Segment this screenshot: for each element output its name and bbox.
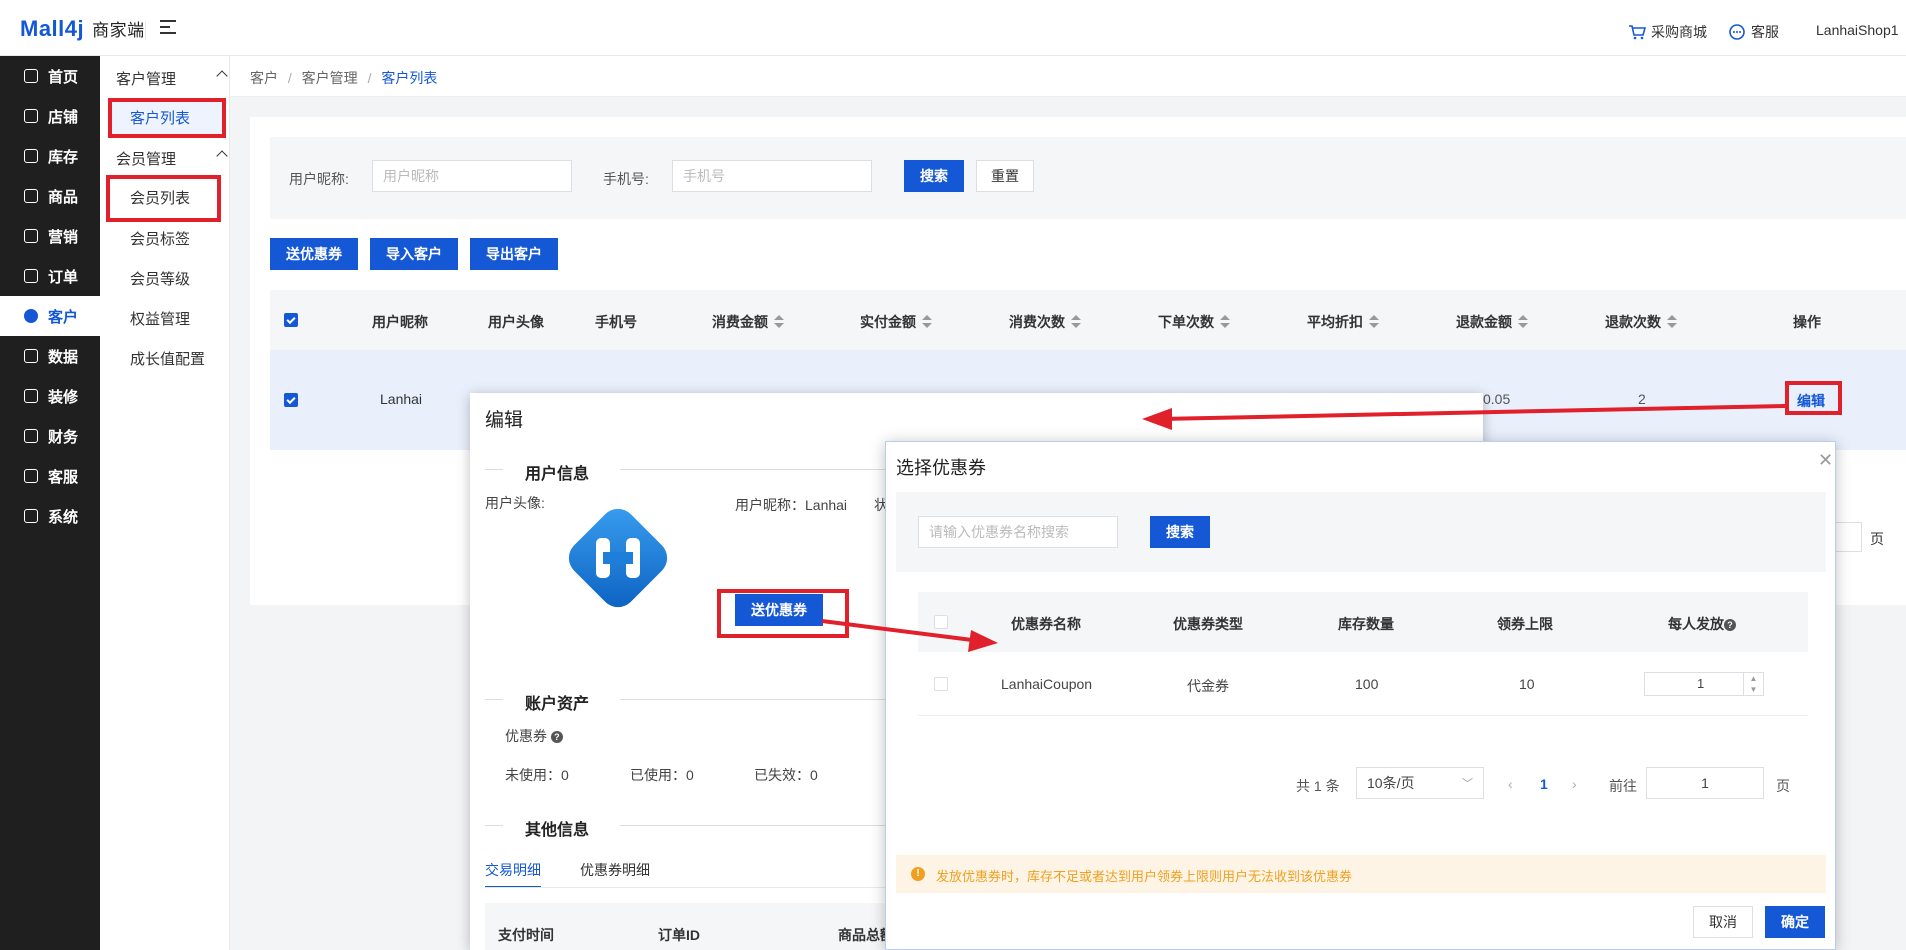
- search-button[interactable]: 搜索: [904, 160, 964, 192]
- user-menu[interactable]: LanhaiShop1: [1816, 22, 1899, 38]
- phone-input[interactable]: 手机号: [672, 160, 872, 192]
- chevron-down-icon: ﹀: [1462, 778, 1473, 790]
- dialog-title: 选择优惠券: [896, 458, 986, 478]
- stock-icon: [24, 149, 38, 163]
- breadcrumb: 客户 / 客户管理 / 客户列表: [250, 70, 438, 86]
- decorate-icon: [24, 389, 38, 403]
- subnav-group-member[interactable]: 会员管理: [116, 148, 228, 169]
- coupon-search-input[interactable]: 请输入优惠券名称搜索: [918, 516, 1118, 548]
- help-icon: ?: [1724, 619, 1736, 632]
- sidebar-item-home[interactable]: 首页: [0, 56, 100, 96]
- sort-icon: [1667, 315, 1677, 328]
- sidebar-item-data[interactable]: 数据: [0, 336, 100, 376]
- page-1[interactable]: 1: [1540, 776, 1548, 792]
- cart-icon: [1629, 25, 1646, 40]
- page-size-select[interactable]: 10条/页 ﹀: [1356, 767, 1484, 799]
- warning-icon: !: [911, 867, 925, 881]
- coupon-row-checkbox[interactable]: [934, 677, 948, 691]
- annotation-box: [717, 589, 849, 638]
- sidebar-item-goods[interactable]: 商品: [0, 176, 100, 216]
- data-icon: [24, 349, 38, 363]
- sort-icon: [774, 315, 784, 328]
- goods-icon: [24, 189, 38, 203]
- select-all-checkbox[interactable]: [284, 313, 298, 327]
- gift-icon: [24, 229, 38, 243]
- cancel-button[interactable]: 取消: [1693, 906, 1753, 938]
- annotation-box: [108, 98, 226, 138]
- goto-page-input[interactable]: 1: [1646, 767, 1764, 799]
- nick-label: 用户昵称:: [289, 171, 349, 187]
- dialog-title: 编辑: [485, 410, 524, 431]
- sort-icon: [922, 315, 932, 328]
- chevron-up-icon: [216, 70, 228, 82]
- sort-paid[interactable]: 实付金额: [860, 312, 932, 332]
- order-icon: [24, 269, 38, 283]
- prev-page-icon[interactable]: ‹: [1508, 776, 1513, 792]
- sidebar-item-service[interactable]: 客服: [0, 456, 100, 496]
- quantity-stepper[interactable]: 1 ▲ ▼: [1644, 672, 1764, 696]
- chat-icon: [24, 469, 38, 483]
- phone-label: 手机号:: [603, 171, 649, 187]
- sidebar-item-system[interactable]: 系统: [0, 496, 100, 536]
- subnav-member-level[interactable]: 会员等级: [130, 268, 190, 289]
- export-customer-button[interactable]: 导出客户: [470, 238, 558, 270]
- service-link[interactable]: 客服: [1728, 22, 1779, 42]
- shop-icon: [24, 109, 38, 123]
- coupon-dialog: 选择优惠券 ✕ 请输入优惠券名称搜索 搜索 优惠券名称 优惠券类型 库存数量 领…: [885, 441, 1836, 950]
- tab-trade[interactable]: 交易明细: [485, 860, 541, 880]
- sidebar-item-marketing[interactable]: 营销: [0, 216, 100, 256]
- finance-icon: [24, 429, 38, 443]
- annotation-box: [106, 175, 221, 222]
- send-coupon-button[interactable]: 送优惠券: [270, 238, 358, 270]
- help-icon: ?: [550, 731, 563, 744]
- chevron-up-icon: [216, 150, 228, 162]
- chat-icon: [1729, 24, 1745, 40]
- coupon-search-button[interactable]: 搜索: [1150, 516, 1210, 548]
- stepper-arrows-icon[interactable]: ▲ ▼: [1743, 673, 1763, 695]
- nick-input[interactable]: 用户昵称: [372, 160, 572, 192]
- table-header: 用户昵称 用户头像 手机号 消费金额 实付金额 消费次数 下单次数 平均折扣 退…: [270, 290, 1906, 350]
- sort-icon: [1220, 315, 1230, 328]
- coupon-select-all[interactable]: [934, 615, 948, 629]
- sort-icon: [1518, 315, 1528, 328]
- confirm-button[interactable]: 确定: [1765, 906, 1825, 938]
- sort-icon: [1071, 315, 1081, 328]
- sidebar-item-decorate[interactable]: 装修: [0, 376, 100, 416]
- sidebar-item-stock[interactable]: 库存: [0, 136, 100, 176]
- sidebar-item-customer[interactable]: 客户: [0, 296, 100, 336]
- subnav-rights[interactable]: 权益管理: [130, 308, 190, 329]
- sort-refund[interactable]: 退款金额: [1456, 312, 1528, 332]
- sidebar-item-shop[interactable]: 店铺: [0, 96, 100, 136]
- sort-consume[interactable]: 消费金额: [712, 312, 784, 332]
- subnav-group-customer[interactable]: 客户管理: [116, 68, 228, 89]
- reset-button[interactable]: 重置: [976, 160, 1034, 192]
- sidebar-item-finance[interactable]: 财务: [0, 416, 100, 456]
- avatar: [568, 508, 668, 608]
- annotation-box: [1785, 381, 1842, 415]
- sidebar-item-order[interactable]: 订单: [0, 256, 100, 296]
- user-icon: [24, 309, 38, 323]
- purchase-mall-link[interactable]: 采购商城: [1628, 22, 1707, 42]
- tab-coupon[interactable]: 优惠券明细: [580, 860, 650, 880]
- import-customer-button[interactable]: 导入客户: [370, 238, 458, 270]
- home-icon: [24, 69, 38, 83]
- sort-refund-count[interactable]: 退款次数: [1605, 312, 1677, 332]
- next-page-icon[interactable]: ›: [1572, 776, 1577, 792]
- warning-bar: ! 发放优惠券时，库存不足或者达到用户领券上限则用户无法收到该优惠券: [896, 855, 1826, 893]
- subnav-member-tag[interactable]: 会员标签: [130, 228, 190, 249]
- subnav-growth[interactable]: 成长值配置: [130, 348, 205, 369]
- gear-icon: [24, 509, 38, 523]
- row-checkbox[interactable]: [284, 393, 298, 407]
- sort-times[interactable]: 消费次数: [1009, 312, 1081, 332]
- sort-discount[interactable]: 平均折扣: [1307, 312, 1379, 332]
- main-sidebar: 首页 店铺 库存 商品 营销 订单 客户 数据 装修 财务 客服 系统: [0, 56, 100, 950]
- logo[interactable]: Mall4j 商家端: [20, 16, 146, 42]
- top-bar: [0, 0, 1906, 56]
- sort-orders[interactable]: 下单次数: [1158, 312, 1230, 332]
- close-icon[interactable]: ✕: [1818, 450, 1833, 471]
- sort-icon: [1369, 315, 1379, 328]
- collapse-menu-icon[interactable]: [160, 20, 176, 36]
